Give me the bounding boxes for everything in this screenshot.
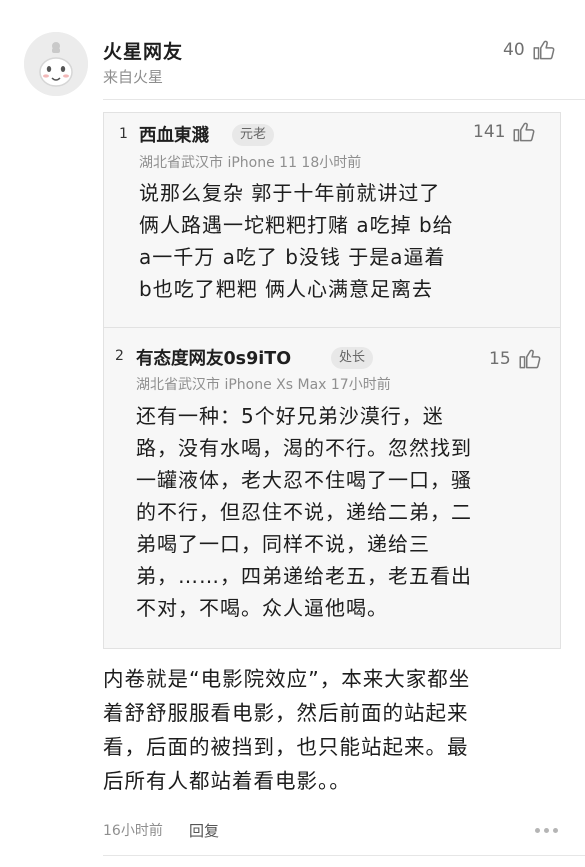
- quote-line: 说那么复杂 郭于十年前就讲过了: [139, 181, 441, 205]
- quote-line: 的不行，但忍住不说，递给二弟，二: [136, 500, 472, 524]
- quote-like-count: 15: [489, 349, 511, 369]
- quote-line: 路，没有水喝，渴的不行。忽然找到: [136, 436, 472, 460]
- comment-text: 内卷就是“电影院效应”，本来大家都坐 着舒舒服服看电影，然后前面的站起来 看，后…: [103, 662, 470, 798]
- comment-line: 后所有人都站着看电影。。: [103, 769, 351, 793]
- user-name[interactable]: 火星网友: [103, 37, 183, 64]
- quote-like-button[interactable]: 15: [489, 346, 543, 372]
- floor-number: 1: [119, 126, 128, 142]
- thumbs-up-icon: [533, 40, 555, 60]
- quote-user-name[interactable]: 有态度网友0s9iTO: [136, 345, 291, 370]
- user-source: 来自火星: [103, 68, 164, 86]
- quote-like-button[interactable]: 141: [473, 119, 537, 145]
- quote-user-name[interactable]: 西血東濺: [139, 122, 209, 147]
- mars-netizen-avatar-icon: [24, 32, 88, 96]
- more-dots-icon[interactable]: [535, 828, 558, 833]
- comment-line: 看，后面的被挡到，也只能站起来。最: [103, 735, 469, 759]
- like-count: 40: [503, 40, 525, 60]
- avatar[interactable]: [24, 32, 88, 96]
- divider: [103, 855, 585, 856]
- divider: [103, 99, 585, 100]
- like-button[interactable]: 40: [503, 37, 557, 63]
- comment-line: 着舒舒服服看电影，然后前面的站起来: [103, 701, 469, 725]
- comment-line: 内卷就是“电影院效应”，本来大家都坐: [103, 667, 471, 691]
- quote-line: b也吃了粑粑 俩人心满意足离去: [139, 277, 434, 301]
- thumbs-up-icon: [513, 122, 535, 142]
- quote-meta: 湖北省武汉市 iPhone 11 18小时前: [139, 155, 362, 171]
- quote-line: a一千万 a吃了 b没钱 于是a逼着: [139, 245, 446, 269]
- quote-line: 一罐液体，老大忍不住喝了一口，骚: [136, 468, 472, 492]
- quote-text: 还有一种：5个好兄弟沙漠行，迷 路，没有水喝，渴的不行。忽然找到 一罐液体，老大…: [136, 400, 472, 624]
- quote-line: 弟，……，四弟递给老五，老五看出: [136, 564, 472, 588]
- quote-line: 俩人路遇一坨粑粑打赌 a吃掉 b给: [139, 213, 454, 237]
- user-badge: 元老: [232, 124, 275, 146]
- quote-line: 不对，不喝。众人逼他喝。: [136, 596, 388, 620]
- comment-time: 16小时前: [103, 823, 163, 839]
- floor-number: 2: [115, 348, 124, 364]
- user-badge: 处长: [331, 347, 374, 369]
- quote-line: 还有一种：5个好兄弟沙漠行，迷: [136, 404, 444, 428]
- quote-text: 说那么复杂 郭于十年前就讲过了 俩人路遇一坨粑粑打赌 a吃掉 b给 a一千万 a…: [139, 177, 454, 305]
- thumbs-up-icon: [519, 349, 541, 369]
- quote-line: 弟喝了一口，同样不说，递给三: [136, 532, 430, 556]
- quote-meta: 湖北省武汉市 iPhone Xs Max 17小时前: [136, 377, 391, 393]
- quote-like-count: 141: [473, 122, 506, 142]
- reply-button[interactable]: 回复: [189, 820, 219, 841]
